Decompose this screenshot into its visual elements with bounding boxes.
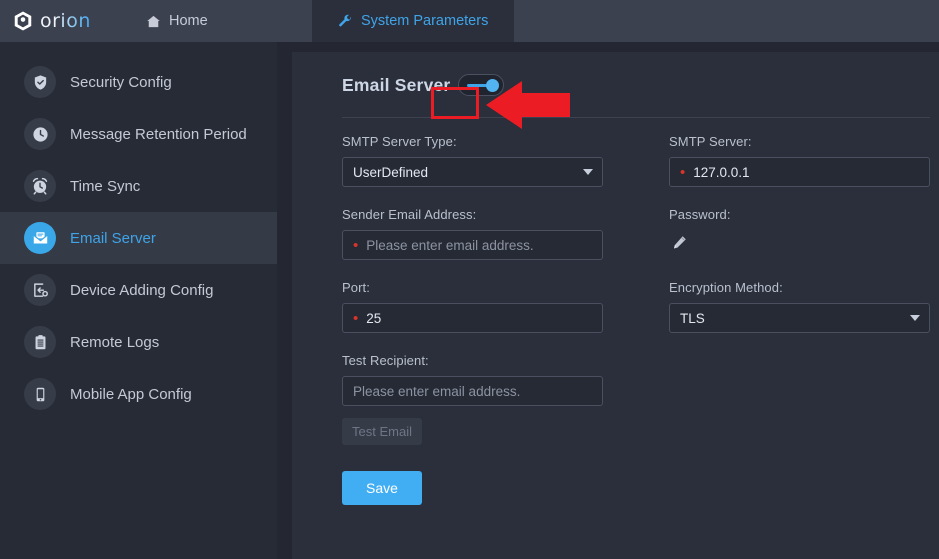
wrench-icon [338,14,353,29]
field-label: Sender Email Address: [342,207,603,222]
email-server-form: SMTP Server Type: UserDefined SMTP Serve… [292,118,939,505]
application-window: orion Home System Parameters [0,0,939,559]
toggle-track-line [467,84,487,87]
form-row: SMTP Server Type: UserDefined SMTP Serve… [342,134,939,187]
clipboard-icon [24,326,56,358]
sidebar-item-label: Device Adding Config [70,282,213,299]
sidebar-item-security-config[interactable]: Security Config [0,56,277,108]
sidebar-navigation: Security Config Message Retention Period [0,42,277,559]
test-email-button-label: Test Email [352,424,412,439]
field-label: Password: [669,207,930,222]
smtp-server-type-value: UserDefined [353,165,428,180]
field-label: SMTP Server Type: [342,134,603,149]
sender-email-placeholder: Please enter email address. [366,238,533,253]
field-sender-email: Sender Email Address: • Please enter ema… [342,207,603,260]
field-smtp-server-type: SMTP Server Type: UserDefined [342,134,603,187]
required-marker: • [353,311,358,326]
sidebar-item-label: Email Server [70,230,156,247]
device-add-icon [24,274,56,306]
field-password: Password: [669,207,930,260]
hexagon-logo-icon [12,10,34,32]
field-encryption-method: Encryption Method: TLS [669,280,930,333]
field-port: Port: • 25 [342,280,603,333]
tab-home-label: Home [169,13,208,29]
smtp-server-type-select[interactable]: UserDefined [342,157,603,187]
form-row: Port: • 25 Encryption Method: TLS [342,280,939,333]
nav-tabs: Home System Parameters [120,0,514,42]
panel-header: Email Server [292,52,939,118]
required-marker: • [680,165,685,180]
field-label: SMTP Server: [669,134,930,149]
encryption-method-value: TLS [680,311,705,326]
mobile-phone-icon [24,378,56,410]
sidebar-item-time-sync[interactable]: Time Sync [0,160,277,212]
sidebar-item-label: Security Config [70,74,172,91]
sidebar-item-label: Remote Logs [70,334,159,351]
save-button-label: Save [366,480,398,496]
form-row: Test Recipient: Please enter email addre… [342,353,939,505]
clock-icon [24,118,56,150]
chevron-down-icon [583,169,593,175]
form-row: Sender Email Address: • Please enter ema… [342,207,939,260]
page-title: Email Server [342,75,450,96]
field-label: Encryption Method: [669,280,930,295]
port-value: 25 [366,311,381,326]
email-server-enable-toggle[interactable] [458,74,504,96]
tab-home[interactable]: Home [120,0,312,42]
field-label: Port: [342,280,603,295]
content-panel: Email Server SMTP Server Type: UserDefin… [292,52,939,559]
tab-system-parameters-label: System Parameters [361,13,488,29]
sender-email-input[interactable]: • Please enter email address. [342,230,603,260]
home-icon [146,14,161,29]
field-test-recipient: Test Recipient: Please enter email addre… [342,353,603,505]
sidebar-item-mobile-app-config[interactable]: Mobile App Config [0,368,277,420]
smtp-server-value: 127.0.0.1 [693,165,749,180]
password-edit-button[interactable] [669,230,930,256]
tab-system-parameters[interactable]: System Parameters [312,0,514,42]
brand-logo: orion [0,0,120,42]
sidebar-item-label: Mobile App Config [70,386,192,403]
sidebar-item-label: Message Retention Period [70,126,247,143]
sidebar-item-message-retention-period[interactable]: Message Retention Period [0,108,277,160]
test-recipient-input[interactable]: Please enter email address. [342,376,603,406]
encryption-method-select[interactable]: TLS [669,303,930,333]
save-button[interactable]: Save [342,471,422,505]
sidebar-item-email-server[interactable]: Email Server [0,212,277,264]
sidebar-item-label: Time Sync [70,178,140,195]
sidebar-item-device-adding-config[interactable]: Device Adding Config [0,264,277,316]
sidebar-item-remote-logs[interactable]: Remote Logs [0,316,277,368]
header-divider [342,117,930,118]
test-email-button[interactable]: Test Email [342,418,422,445]
required-marker: • [353,238,358,253]
smtp-server-input[interactable]: • 127.0.0.1 [669,157,930,187]
port-input[interactable]: • 25 [342,303,603,333]
field-smtp-server: SMTP Server: • 127.0.0.1 [669,134,930,187]
shield-check-icon [24,66,56,98]
brand-name: orion [40,10,91,32]
field-label: Test Recipient: [342,353,603,368]
toggle-knob [486,79,499,92]
chevron-down-icon [910,315,920,321]
alarm-clock-icon [24,170,56,202]
test-recipient-placeholder: Please enter email address. [353,384,520,399]
top-navigation-bar: orion Home System Parameters [0,0,939,42]
envelope-icon [24,222,56,254]
pencil-edit-icon [671,238,688,255]
